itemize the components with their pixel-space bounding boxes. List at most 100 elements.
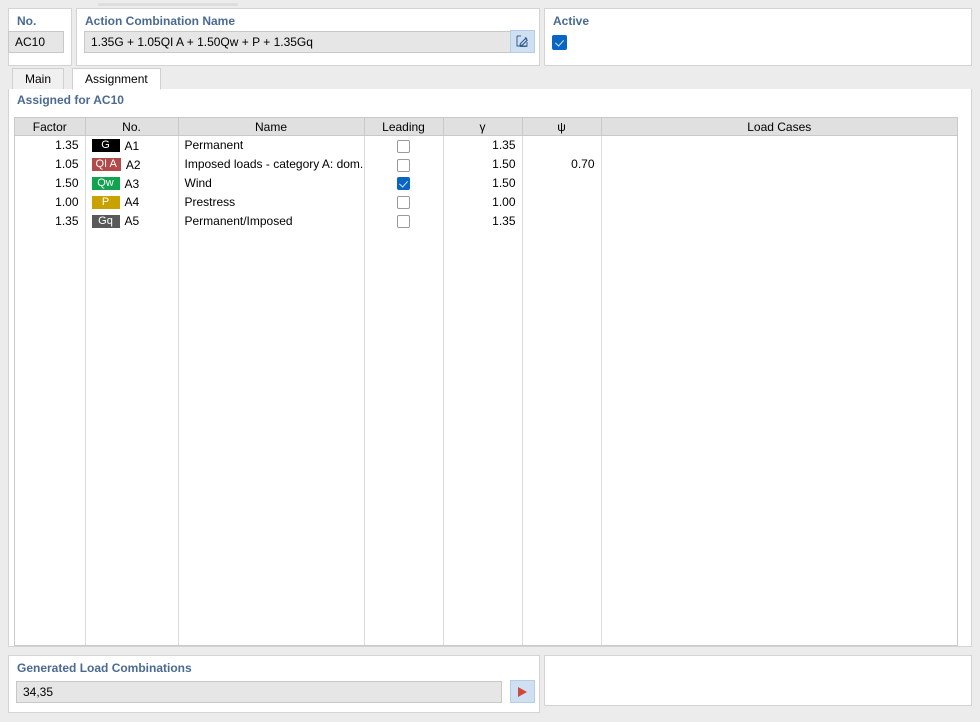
table-row-empty[interactable] <box>15 644 957 645</box>
cell-name[interactable]: Imposed loads - category A: dom... <box>178 154 365 174</box>
leading-checkbox[interactable] <box>397 196 410 210</box>
cell-psi[interactable]: 0.70 <box>522 154 602 174</box>
tab-strip: Main Assignment <box>8 68 972 90</box>
active-group: Active <box>544 8 972 66</box>
table-row-empty[interactable] <box>15 446 957 465</box>
cell-factor[interactable]: 1.35 <box>15 211 86 231</box>
table-row[interactable]: 1.00 P A4 Prestress 1.00 <box>15 192 957 212</box>
table-row-empty[interactable] <box>15 608 957 627</box>
cell-load-cases[interactable] <box>601 154 957 174</box>
cell-no[interactable]: G A1 <box>85 135 179 155</box>
cell-empty <box>601 590 957 608</box>
table-row[interactable]: 1.35 G A1 Permanent 1.35 <box>15 135 957 155</box>
cell-load-cases[interactable] <box>601 211 957 231</box>
table-row-empty[interactable] <box>15 428 957 447</box>
table-row-empty[interactable] <box>15 302 957 321</box>
cell-empty <box>443 356 523 375</box>
cell-empty <box>364 428 444 447</box>
cell-psi[interactable] <box>522 135 602 155</box>
cell-empty <box>522 320 602 339</box>
no-input[interactable]: AC10 <box>8 31 64 53</box>
cell-no[interactable]: Qw A3 <box>85 173 179 193</box>
cell-psi[interactable] <box>522 173 602 193</box>
col-no[interactable]: No. <box>85 118 179 136</box>
table-row-empty[interactable] <box>15 266 957 285</box>
cell-leading[interactable] <box>364 173 444 193</box>
leading-checkbox[interactable] <box>397 158 410 172</box>
table-row-empty[interactable] <box>15 392 957 411</box>
cell-leading[interactable] <box>364 211 444 231</box>
cell-no[interactable]: QI A A2 <box>85 154 179 174</box>
col-leading[interactable]: Leading <box>364 118 444 136</box>
cell-factor[interactable]: 1.05 <box>15 154 86 174</box>
cell-leading[interactable] <box>364 192 444 212</box>
cell-empty <box>85 590 179 609</box>
table-row-empty[interactable] <box>15 374 957 393</box>
cell-empty <box>601 302 957 320</box>
cell-load-cases[interactable] <box>601 173 957 193</box>
leading-checkbox[interactable] <box>397 215 410 229</box>
table-row-empty[interactable] <box>15 536 957 555</box>
tab-main[interactable]: Main <box>12 68 65 90</box>
cell-gamma[interactable]: 1.00 <box>443 192 523 212</box>
cell-empty <box>178 230 365 249</box>
col-factor[interactable]: Factor <box>15 118 86 136</box>
cell-leading[interactable] <box>364 154 444 174</box>
cell-psi[interactable] <box>522 211 602 231</box>
cell-psi[interactable] <box>522 192 602 212</box>
table-row-empty[interactable] <box>15 518 957 537</box>
col-gamma[interactable]: γ <box>443 118 523 136</box>
table-row-empty[interactable] <box>15 500 957 519</box>
table-row-empty[interactable] <box>15 248 957 267</box>
table-row-empty[interactable] <box>15 626 957 645</box>
cell-no[interactable]: Gq A5 <box>85 211 179 231</box>
cell-factor[interactable]: 1.35 <box>15 135 86 155</box>
table-row-empty[interactable] <box>15 572 957 591</box>
table-row-empty[interactable] <box>15 338 957 357</box>
table-row[interactable]: 1.35 Gq A5 Permanent/Imposed 1.35 <box>15 211 957 231</box>
play-triangle-icon-button[interactable] <box>510 680 535 703</box>
cell-load-cases[interactable] <box>601 135 957 155</box>
col-name[interactable]: Name <box>178 118 365 136</box>
cell-factor[interactable]: 1.50 <box>15 173 86 193</box>
cell-empty <box>601 338 957 356</box>
cell-empty <box>15 518 86 537</box>
cell-empty <box>178 374 365 393</box>
cell-empty <box>15 266 86 285</box>
table-row[interactable]: 1.50 Qw A3 Wind 1.50 <box>15 173 957 193</box>
cell-empty <box>601 446 957 464</box>
assignment-table-wrap[interactable]: Factor No. Name Leading γ ψ Load Cases 1… <box>14 117 958 646</box>
active-checkbox[interactable] <box>552 35 567 50</box>
table-row[interactable]: 1.05 QI A A2 Imposed loads - category A: do… <box>15 154 957 174</box>
cell-leading[interactable] <box>364 135 444 155</box>
cell-name[interactable]: Permanent/Imposed <box>178 211 365 231</box>
col-load-cases[interactable]: Load Cases <box>601 118 957 136</box>
edit-pencil-icon-button[interactable] <box>510 30 535 53</box>
cell-gamma[interactable]: 1.35 <box>443 211 523 231</box>
tab-assignment[interactable]: Assignment <box>72 68 161 90</box>
table-row-empty[interactable] <box>15 230 957 249</box>
generated-load-combinations-input[interactable]: 34,35 <box>16 681 502 703</box>
cell-name[interactable]: Wind <box>178 173 365 193</box>
cell-gamma[interactable]: 1.50 <box>443 154 523 174</box>
table-row-empty[interactable] <box>15 482 957 501</box>
cell-name[interactable]: Prestress <box>178 192 365 212</box>
table-row-empty[interactable] <box>15 554 957 573</box>
table-row-empty[interactable] <box>15 590 957 609</box>
cell-load-cases[interactable] <box>601 192 957 212</box>
leading-checkbox[interactable] <box>397 139 410 153</box>
table-row-empty[interactable] <box>15 284 957 303</box>
cell-gamma[interactable]: 1.50 <box>443 173 523 193</box>
table-row-empty[interactable] <box>15 356 957 375</box>
cell-no[interactable]: P A4 <box>85 192 179 212</box>
col-psi[interactable]: ψ <box>522 118 602 136</box>
cell-name[interactable]: Permanent <box>178 135 365 155</box>
cell-gamma[interactable]: 1.35 <box>443 135 523 155</box>
action-combination-name-input[interactable]: 1.35G + 1.05QI A + 1.50Qw + P + 1.35Gq <box>84 31 512 53</box>
table-row-empty[interactable] <box>15 464 957 483</box>
cell-factor[interactable]: 1.00 <box>15 192 86 212</box>
table-row-empty[interactable] <box>15 410 957 429</box>
table-row-empty[interactable] <box>15 320 957 339</box>
cell-empty <box>85 554 179 573</box>
leading-checkbox[interactable] <box>397 177 410 191</box>
